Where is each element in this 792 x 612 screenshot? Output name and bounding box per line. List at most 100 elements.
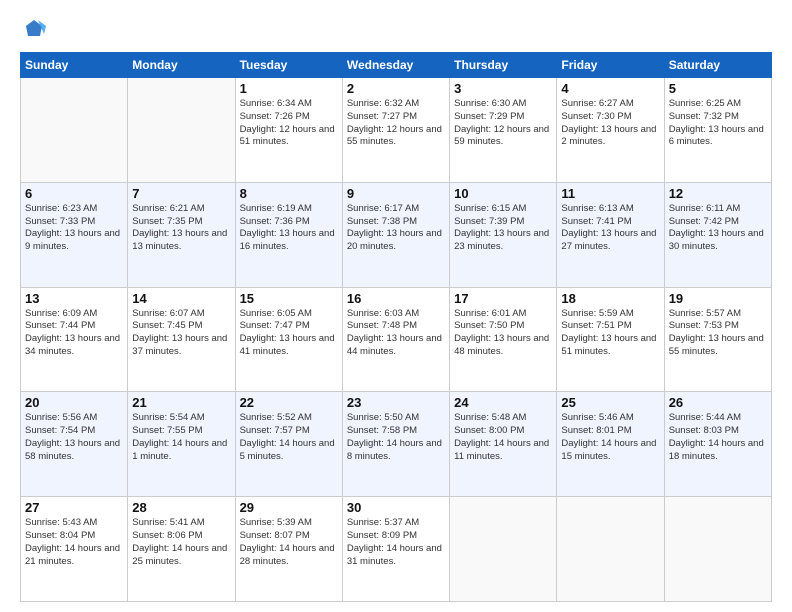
day-number: 11 [561,186,659,201]
calendar-week-row: 13 Sunrise: 6:09 AM Sunset: 7:44 PM Dayli… [21,287,772,392]
day-info: Sunrise: 5:54 AM Sunset: 7:55 PM Dayligh… [132,412,230,463]
calendar-cell: 16 Sunrise: 6:03 AM Sunset: 7:48 PM Dayli… [342,287,449,392]
day-number: 26 [669,395,767,410]
weekday-header-thursday: Thursday [450,53,557,78]
day-number: 12 [669,186,767,201]
calendar-table: SundayMondayTuesdayWednesdayThursdayFrid… [20,52,772,602]
day-info: Sunrise: 6:30 AM Sunset: 7:29 PM Dayligh… [454,98,552,149]
calendar-cell: 29Sunrise: 5:39 AM Sunset: 8:07 PM Dayli… [235,497,342,602]
day-info: Sunrise: 6:23 AM Sunset: 7:33 PM Dayligh… [25,203,123,254]
calendar-cell [450,497,557,602]
day-number: 2 [347,81,445,96]
day-number: 10 [454,186,552,201]
calendar-cell: 5Sunrise: 6:25 AM Sunset: 7:32 PM Daylig… [664,78,771,183]
day-info: Sunrise: 6:13 AM Sunset: 7:41 PM Dayligh… [561,203,659,254]
day-number: 25 [561,395,659,410]
calendar-cell: 25 Sunrise: 5:46 AM Sunset: 8:01 PM Dayli… [557,392,664,497]
logo-icon [20,16,48,44]
day-number: 18 [561,291,659,306]
calendar-cell: 3 Sunrise: 6:30 AM Sunset: 7:29 PM Daylig… [450,78,557,183]
calendar-cell: 18 Sunrise: 5:59 AM Sunset: 7:51 PM Dayli… [557,287,664,392]
calendar-cell: 1 Sunrise: 6:34 AM Sunset: 7:26 PM Daylig… [235,78,342,183]
calendar-cell: 4Sunrise: 6:27 AM Sunset: 7:30 PM Daylig… [557,78,664,183]
day-info: Sunrise: 5:56 AM Sunset: 7:54 PM Dayligh… [25,412,123,463]
page: SundayMondayTuesdayWednesdayThursdayFrid… [0,0,792,612]
day-info: Sunrise: 5:37 AM Sunset: 8:09 PM Dayligh… [347,517,445,568]
day-number: 19 [669,291,767,306]
calendar-cell: 28 Sunrise: 5:41 AM Sunset: 8:06 PM Dayli… [128,497,235,602]
weekday-header-wednesday: Wednesday [342,53,449,78]
day-number: 30 [347,500,445,515]
day-number: 3 [454,81,552,96]
day-number: 20 [25,395,123,410]
calendar-cell: 11 Sunrise: 6:13 AM Sunset: 7:41 PM Dayli… [557,182,664,287]
header [20,16,772,44]
weekday-header-row: SundayMondayTuesdayWednesdayThursdayFrid… [21,53,772,78]
calendar-cell: 13 Sunrise: 6:09 AM Sunset: 7:44 PM Dayli… [21,287,128,392]
day-info: Sunrise: 6:17 AM Sunset: 7:38 PM Dayligh… [347,203,445,254]
day-info: Sunrise: 6:07 AM Sunset: 7:45 PM Dayligh… [132,308,230,359]
calendar-cell: 22 Sunrise: 5:52 AM Sunset: 7:57 PM Dayli… [235,392,342,497]
calendar-cell: 27 Sunrise: 5:43 AM Sunset: 8:04 PM Dayli… [21,497,128,602]
day-info: Sunrise: 6:05 AM Sunset: 7:47 PM Dayligh… [240,308,338,359]
calendar-cell [557,497,664,602]
day-info: Sunrise: 5:52 AM Sunset: 7:57 PM Dayligh… [240,412,338,463]
day-number: 22 [240,395,338,410]
calendar-cell: 23Sunrise: 5:50 AM Sunset: 7:58 PM Dayli… [342,392,449,497]
day-number: 13 [25,291,123,306]
weekday-header-tuesday: Tuesday [235,53,342,78]
calendar-cell [128,78,235,183]
calendar-cell: 19 Sunrise: 5:57 AM Sunset: 7:53 PM Dayli… [664,287,771,392]
day-number: 8 [240,186,338,201]
day-number: 21 [132,395,230,410]
day-info: Sunrise: 5:41 AM Sunset: 8:06 PM Dayligh… [132,517,230,568]
day-info: Sunrise: 5:48 AM Sunset: 8:00 PM Dayligh… [454,412,552,463]
calendar-cell: 8 Sunrise: 6:19 AM Sunset: 7:36 PM Daylig… [235,182,342,287]
day-info: Sunrise: 5:59 AM Sunset: 7:51 PM Dayligh… [561,308,659,359]
day-number: 16 [347,291,445,306]
day-info: Sunrise: 6:21 AM Sunset: 7:35 PM Dayligh… [132,203,230,254]
calendar-cell [21,78,128,183]
calendar-week-row: 20 Sunrise: 5:56 AM Sunset: 7:54 PM Dayli… [21,392,772,497]
day-info: Sunrise: 5:44 AM Sunset: 8:03 PM Dayligh… [669,412,767,463]
calendar-week-row: 1 Sunrise: 6:34 AM Sunset: 7:26 PM Daylig… [21,78,772,183]
calendar-cell: 14 Sunrise: 6:07 AM Sunset: 7:45 PM Dayli… [128,287,235,392]
day-info: Sunrise: 5:50 AM Sunset: 7:58 PM Dayligh… [347,412,445,463]
day-info: Sunrise: 6:01 AM Sunset: 7:50 PM Dayligh… [454,308,552,359]
calendar-week-row: 27 Sunrise: 5:43 AM Sunset: 8:04 PM Dayli… [21,497,772,602]
calendar-cell: 26 Sunrise: 5:44 AM Sunset: 8:03 PM Dayli… [664,392,771,497]
calendar-cell: 6Sunrise: 6:23 AM Sunset: 7:33 PM Daylig… [21,182,128,287]
day-number: 9 [347,186,445,201]
day-info: Sunrise: 6:15 AM Sunset: 7:39 PM Dayligh… [454,203,552,254]
day-info: Sunrise: 6:25 AM Sunset: 7:32 PM Dayligh… [669,98,767,149]
calendar-cell: 9 Sunrise: 6:17 AM Sunset: 7:38 PM Daylig… [342,182,449,287]
calendar-week-row: 6Sunrise: 6:23 AM Sunset: 7:33 PM Daylig… [21,182,772,287]
day-number: 28 [132,500,230,515]
calendar-cell [664,497,771,602]
day-number: 15 [240,291,338,306]
calendar-cell: 15 Sunrise: 6:05 AM Sunset: 7:47 PM Dayli… [235,287,342,392]
day-number: 14 [132,291,230,306]
day-info: Sunrise: 6:34 AM Sunset: 7:26 PM Dayligh… [240,98,338,149]
logo [20,16,52,44]
calendar-cell: 21 Sunrise: 5:54 AM Sunset: 7:55 PM Dayli… [128,392,235,497]
day-info: Sunrise: 5:46 AM Sunset: 8:01 PM Dayligh… [561,412,659,463]
day-number: 27 [25,500,123,515]
weekday-header-sunday: Sunday [21,53,128,78]
day-info: Sunrise: 5:57 AM Sunset: 7:53 PM Dayligh… [669,308,767,359]
day-info: Sunrise: 6:27 AM Sunset: 7:30 PM Dayligh… [561,98,659,149]
calendar-cell: 30 Sunrise: 5:37 AM Sunset: 8:09 PM Dayli… [342,497,449,602]
day-number: 1 [240,81,338,96]
day-info: Sunrise: 5:39 AM Sunset: 8:07 PM Dayligh… [240,517,338,568]
weekday-header-monday: Monday [128,53,235,78]
day-number: 24 [454,395,552,410]
day-info: Sunrise: 6:09 AM Sunset: 7:44 PM Dayligh… [25,308,123,359]
day-info: Sunrise: 6:11 AM Sunset: 7:42 PM Dayligh… [669,203,767,254]
day-info: Sunrise: 5:43 AM Sunset: 8:04 PM Dayligh… [25,517,123,568]
calendar-cell: 7Sunrise: 6:21 AM Sunset: 7:35 PM Daylig… [128,182,235,287]
day-info: Sunrise: 6:19 AM Sunset: 7:36 PM Dayligh… [240,203,338,254]
day-info: Sunrise: 6:03 AM Sunset: 7:48 PM Dayligh… [347,308,445,359]
calendar-cell: 24 Sunrise: 5:48 AM Sunset: 8:00 PM Dayli… [450,392,557,497]
calendar-cell: 17Sunrise: 6:01 AM Sunset: 7:50 PM Dayli… [450,287,557,392]
day-info: Sunrise: 6:32 AM Sunset: 7:27 PM Dayligh… [347,98,445,149]
